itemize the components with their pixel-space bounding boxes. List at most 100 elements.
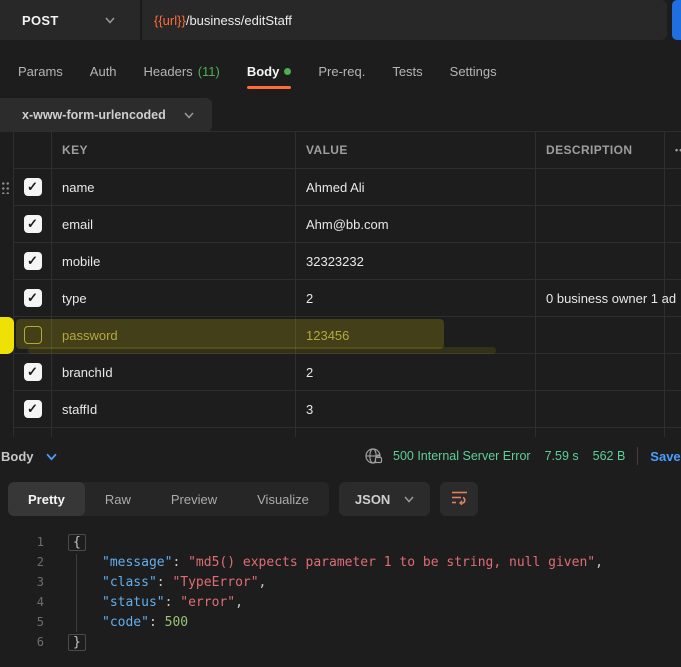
tab-label: Auth — [90, 64, 117, 79]
tab-settings[interactable]: Settings — [450, 52, 497, 90]
table-row-empty[interactable] — [14, 428, 681, 437]
row-key[interactable]: staffId — [52, 391, 296, 427]
tab-label: Headers — [144, 64, 193, 79]
network-globe-lock-icon[interactable] — [364, 447, 383, 466]
tab-visualize[interactable]: Visualize — [237, 482, 329, 516]
highlight-marker-blob — [0, 317, 14, 354]
header-key: KEY — [52, 132, 296, 168]
tab-label: Settings — [450, 64, 497, 79]
response-format-dropdown[interactable]: JSON — [339, 482, 430, 516]
drag-handle-icon[interactable] — [1, 181, 10, 194]
row-description[interactable] — [536, 317, 665, 353]
row-checkbox[interactable] — [24, 363, 42, 381]
body-content-dot-icon — [284, 68, 291, 75]
headers-count-badge: (11) — [198, 64, 220, 79]
response-body-dropdown[interactable]: Body — [1, 440, 56, 472]
header-value: VALUE — [296, 132, 536, 168]
row-checkbox[interactable] — [24, 289, 42, 307]
code-line: 6} — [0, 632, 681, 652]
tab-preview[interactable]: Preview — [151, 482, 237, 516]
row-value[interactable]: 123456 — [296, 317, 536, 353]
row-description[interactable] — [536, 206, 665, 242]
row-description[interactable]: 0 business owner 1 ad — [536, 280, 665, 316]
row-key[interactable]: mobile — [52, 243, 296, 279]
indent-guide — [76, 554, 77, 632]
row-value[interactable]: 32323232 — [296, 243, 536, 279]
header-description: DESCRIPTION — [536, 132, 665, 168]
table-row[interactable]: password 123456 — [14, 317, 681, 354]
chevron-down-icon — [404, 496, 414, 503]
method-label: POST — [22, 13, 59, 28]
code-line: 2"message": "md5() expects parameter 1 t… — [0, 552, 681, 572]
code-line: 3"class": "TypeError", — [0, 572, 681, 592]
wrap-text-icon — [451, 490, 468, 508]
table-header-row: KEY VALUE DESCRIPTION — [14, 132, 681, 169]
row-value[interactable]: 3 — [296, 391, 536, 427]
chevron-down-icon — [184, 112, 194, 119]
fold-toggle[interactable]: { — [68, 534, 86, 551]
row-value[interactable]: Ahmed Ali — [296, 169, 536, 205]
row-description[interactable] — [536, 354, 665, 390]
row-checkbox[interactable] — [24, 252, 42, 270]
save-response-button[interactable]: Save — [650, 449, 680, 464]
tab-headers[interactable]: Headers (11) — [144, 52, 220, 90]
row-checkbox[interactable] — [24, 178, 42, 196]
response-view-tabs: Pretty Raw Preview Visualize JSON — [8, 482, 478, 516]
row-checkbox[interactable] — [24, 400, 42, 418]
row-value[interactable]: 2 — [296, 280, 536, 316]
row-description[interactable] — [536, 391, 665, 427]
tab-raw[interactable]: Raw — [85, 482, 151, 516]
url-variable: {{url}} — [154, 13, 186, 28]
body-encoding-dropdown[interactable]: x-www-form-urlencoded — [0, 98, 212, 132]
table-row[interactable]: branchId 2 — [14, 354, 681, 391]
row-key[interactable]: type — [52, 280, 296, 316]
tab-tests[interactable]: Tests — [392, 52, 422, 90]
tab-label: Params — [18, 64, 63, 79]
row-key[interactable]: email — [52, 206, 296, 242]
response-panel-label: Body — [1, 449, 34, 464]
format-label: JSON — [355, 492, 390, 507]
tab-prereq[interactable]: Pre-req. — [318, 52, 365, 90]
encoding-label: x-www-form-urlencoded — [22, 108, 166, 122]
response-status: 500 Internal Server Error — [393, 449, 531, 463]
table-row[interactable]: mobile 32323232 — [14, 243, 681, 280]
url-path: /business/editStaff — [186, 13, 292, 28]
code-line: 1{ — [0, 532, 681, 552]
row-description[interactable] — [536, 169, 665, 205]
divider — [637, 447, 638, 465]
chevron-down-icon — [105, 17, 115, 24]
tab-label: Pre-req. — [318, 64, 365, 79]
fold-toggle[interactable]: } — [68, 634, 86, 651]
row-key[interactable]: branchId — [52, 354, 296, 390]
send-button-edge[interactable] — [672, 0, 681, 40]
tab-auth[interactable]: Auth — [90, 52, 117, 90]
table-row[interactable]: email Ahm@bb.com — [14, 206, 681, 243]
table-row[interactable]: name Ahmed Ali — [14, 169, 681, 206]
tab-body[interactable]: Body — [247, 52, 292, 90]
tab-label: Body — [247, 64, 280, 79]
response-size: 562 B — [593, 449, 626, 463]
form-data-table: KEY VALUE DESCRIPTION name Ahmed Ali ema… — [13, 131, 681, 437]
request-url-bar: POST {{url}}/business/editStaff — [0, 0, 667, 40]
row-checkbox[interactable] — [24, 215, 42, 233]
row-value[interactable]: 2 — [296, 354, 536, 390]
table-row[interactable]: staffId 3 — [14, 391, 681, 428]
response-time: 7.59 s — [545, 449, 579, 463]
tab-params[interactable]: Params — [18, 52, 63, 90]
method-selector[interactable]: POST — [0, 0, 142, 40]
code-line: 4"status": "error", — [0, 592, 681, 612]
row-key[interactable]: name — [52, 169, 296, 205]
more-options-icon[interactable] — [675, 145, 681, 155]
row-description[interactable] — [536, 243, 665, 279]
url-input[interactable]: {{url}}/business/editStaff — [142, 13, 667, 28]
wrap-text-button[interactable] — [440, 482, 478, 516]
row-key[interactable]: password — [52, 317, 296, 353]
tab-pretty[interactable]: Pretty — [8, 482, 85, 516]
response-body-pretty: 1{ 2"message": "md5() expects parameter … — [0, 524, 681, 667]
tab-label: Tests — [392, 64, 422, 79]
row-checkbox[interactable] — [24, 326, 42, 344]
row-value[interactable]: Ahm@bb.com — [296, 206, 536, 242]
response-meta-bar: Body 500 Internal Server Error 7.59 s 56… — [0, 440, 681, 472]
request-tabs: Params Auth Headers (11) Body Pre-req. T… — [0, 52, 681, 90]
table-row[interactable]: type 2 0 business owner 1 ad — [14, 280, 681, 317]
